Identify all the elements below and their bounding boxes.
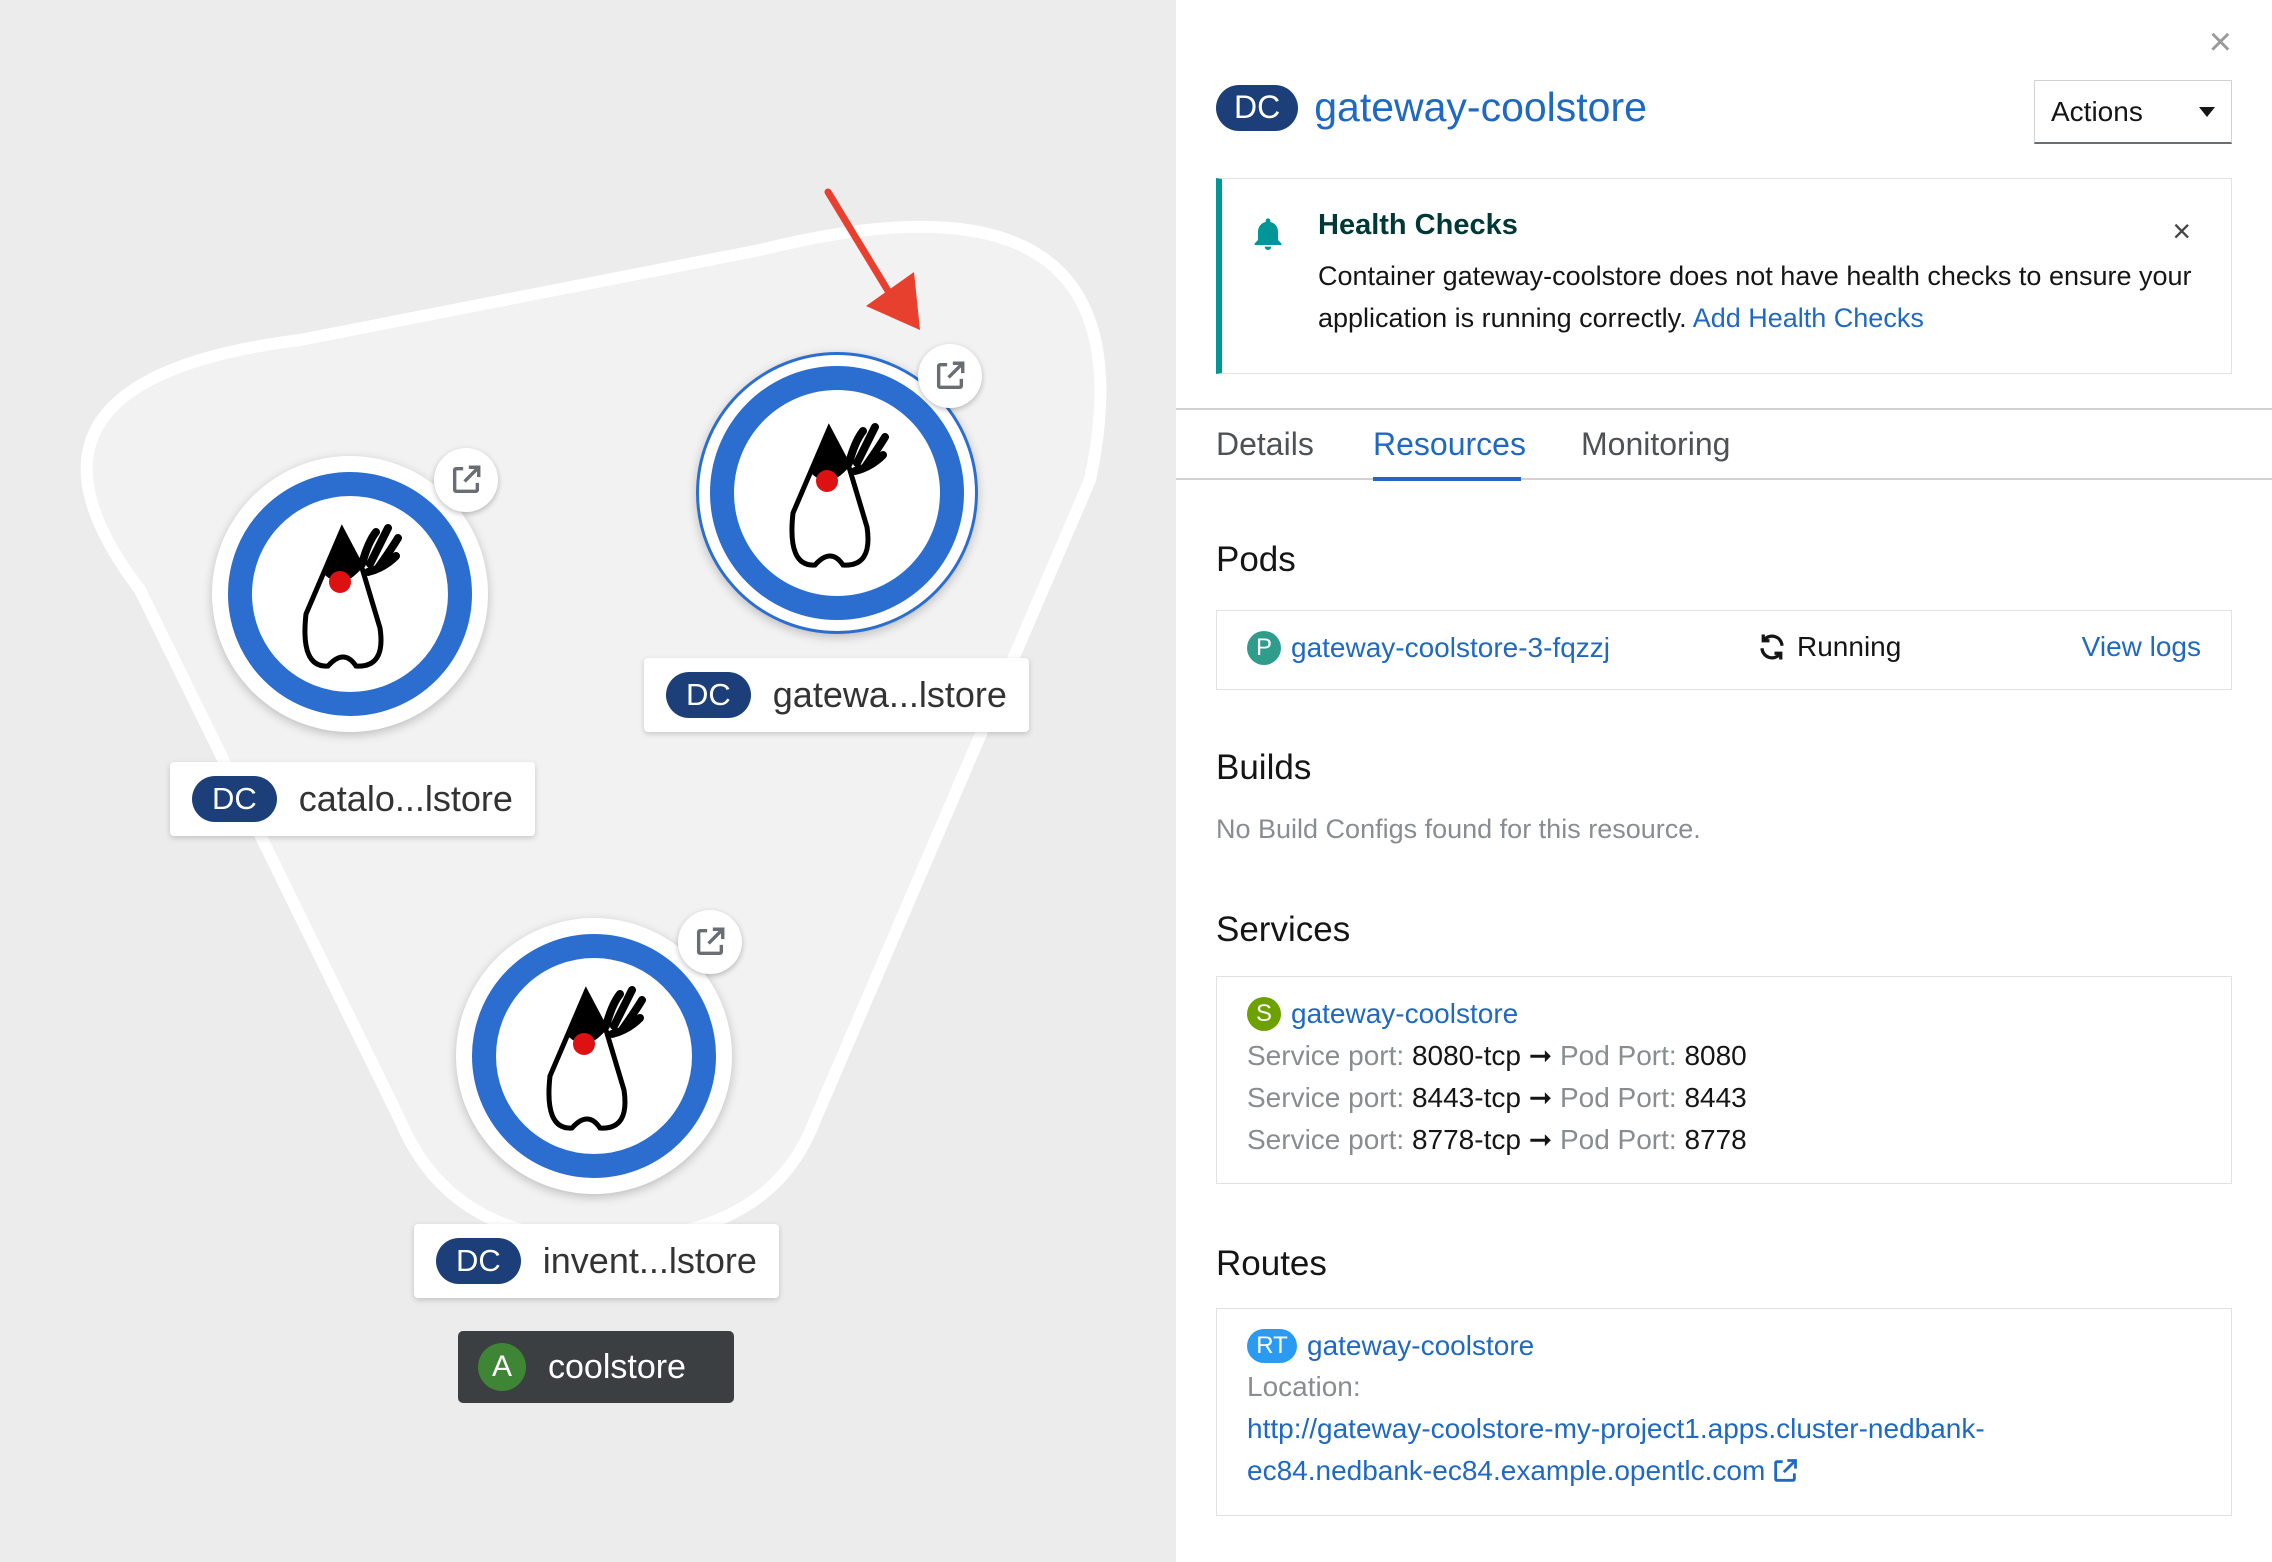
active-tab-indicator: [1373, 477, 1521, 481]
service-port-value: 8080-tcp: [1411, 1040, 1521, 1071]
service-badge: S: [1247, 997, 1281, 1031]
topology-canvas[interactable]: DC catalo...lstore DC gatewa...lstore DC…: [0, 0, 1176, 1562]
tab-bar: Details Resources Monitoring: [1176, 408, 2272, 481]
services-list: S gateway-coolstore Service port: 8080-t…: [1216, 976, 2232, 1184]
dc-badge: DC: [192, 776, 277, 822]
node-label-gateway[interactable]: DC gatewa...lstore: [644, 658, 1029, 732]
open-url-button-inventory[interactable]: [678, 910, 742, 974]
route-url-row: ec84.nedbank-ec84.example.opentlc.com: [1247, 1455, 1799, 1487]
service-port-row: Service port: 8778-tcp ➞ Pod Port: 8778: [1247, 1123, 1747, 1156]
service-item: S gateway-coolstore: [1247, 997, 1518, 1031]
route-url-link[interactable]: http://gateway-coolstore-my-project1.app…: [1247, 1413, 1985, 1445]
service-port-value: 8443-tcp: [1411, 1082, 1521, 1113]
service-port-row: Service port: 8080-tcp ➞ Pod Port: 8080: [1247, 1039, 1747, 1072]
service-port-label: Service port:: [1247, 1082, 1405, 1113]
arrow-right-icon: ➞: [1528, 1124, 1553, 1155]
pod-port-label: Pod Port:: [1559, 1124, 1677, 1155]
close-panel-icon[interactable]: ×: [2209, 20, 2232, 65]
pod-port-label: Pod Port:: [1559, 1040, 1677, 1071]
external-link-icon: [452, 465, 481, 494]
resource-title[interactable]: gateway-coolstore: [1314, 84, 1647, 131]
arrow-right-icon: ➞: [1528, 1082, 1553, 1113]
open-url-button-gateway[interactable]: [918, 344, 982, 408]
annotation-arrow-icon: [824, 188, 920, 330]
service-port-label: Service port:: [1247, 1040, 1405, 1071]
caret-down-icon: [2199, 106, 2215, 117]
service-port-row: Service port: 8443-tcp ➞ Pod Port: 8443: [1247, 1081, 1747, 1114]
tab-resources[interactable]: Resources: [1373, 426, 1526, 463]
pod-status: Running: [1757, 631, 1901, 663]
java-duke-icon: [546, 986, 646, 1131]
pod-item: P gateway-coolstore-3-fqzzj: [1247, 631, 1610, 665]
tab-details[interactable]: Details: [1216, 426, 1314, 463]
pods-list: P gateway-coolstore-3-fqzzj Running View…: [1216, 610, 2232, 690]
tab-monitoring[interactable]: Monitoring: [1581, 426, 1730, 463]
dc-badge: DC: [666, 672, 751, 718]
bell-icon: [1254, 218, 1282, 250]
close-alert-icon[interactable]: ×: [2172, 213, 2191, 250]
node-name: catalo...lstore: [298, 778, 513, 819]
pod-port-label: Pod Port:: [1559, 1082, 1677, 1113]
alert-title: Health Checks: [1318, 209, 1518, 241]
application-label[interactable]: A coolstore: [458, 1331, 734, 1403]
route-badge: RT: [1247, 1329, 1297, 1363]
pod-status-text: Running: [1797, 631, 1902, 662]
dc-badge: DC: [436, 1238, 521, 1284]
java-duke-icon: [302, 524, 402, 669]
health-checks-alert: Health Checks Container gateway-coolstor…: [1216, 178, 2232, 374]
external-link-icon[interactable]: [1771, 1457, 1799, 1485]
node-name: gatewa...lstore: [772, 674, 1007, 715]
node-name: invent...lstore: [542, 1240, 757, 1281]
add-health-checks-link[interactable]: Add Health Checks: [1693, 303, 1924, 333]
pod-port-value: 8443: [1684, 1082, 1747, 1113]
routes-heading: Routes: [1216, 1244, 1327, 1283]
external-link-icon: [936, 361, 965, 390]
route-url-link-cont[interactable]: ec84.nedbank-ec84.example.opentlc.com: [1247, 1455, 1765, 1487]
arrow-right-icon: ➞: [1528, 1040, 1553, 1071]
pod-port-value: 8080: [1684, 1040, 1747, 1071]
services-heading: Services: [1216, 910, 1351, 949]
actions-label: Actions: [2051, 95, 2143, 127]
route-name-link[interactable]: gateway-coolstore: [1307, 1330, 1534, 1362]
node-label-inventory[interactable]: DC invent...lstore: [414, 1224, 779, 1298]
builds-heading: Builds: [1216, 748, 1312, 787]
builds-empty-text: No Build Configs found for this resource…: [1216, 814, 1701, 844]
dc-badge: DC: [1216, 84, 1299, 131]
alert-body: Container gateway-coolstore does not hav…: [1318, 255, 2198, 339]
sync-icon: [1760, 634, 1784, 660]
side-panel: × DC gateway-coolstore Actions Health Ch…: [1176, 0, 2272, 1562]
pod-badge: P: [1247, 631, 1281, 665]
node-label-catalog[interactable]: DC catalo...lstore: [170, 762, 535, 836]
routes-list: RT gateway-coolstore Location: http://ga…: [1216, 1308, 2232, 1516]
open-url-button-catalog[interactable]: [434, 448, 498, 512]
route-item: RT gateway-coolstore: [1247, 1329, 1534, 1363]
service-port-label: Service port:: [1247, 1124, 1405, 1155]
view-logs-link[interactable]: View logs: [2082, 631, 2201, 663]
pod-name-link[interactable]: gateway-coolstore-3-fqzzj: [1291, 632, 1610, 664]
application-name: coolstore: [548, 1347, 686, 1386]
panel-header: DC gateway-coolstore: [1216, 84, 1647, 131]
service-name-link[interactable]: gateway-coolstore: [1291, 998, 1518, 1030]
service-port-value: 8778-tcp: [1411, 1124, 1521, 1155]
application-badge: A: [478, 1343, 526, 1391]
location-label: Location:: [1247, 1371, 1361, 1402]
external-link-icon: [696, 927, 725, 956]
java-duke-icon: [789, 423, 889, 568]
pods-heading: Pods: [1216, 540, 1296, 579]
actions-dropdown[interactable]: Actions: [2034, 80, 2232, 144]
pod-port-value: 8778: [1684, 1124, 1747, 1155]
